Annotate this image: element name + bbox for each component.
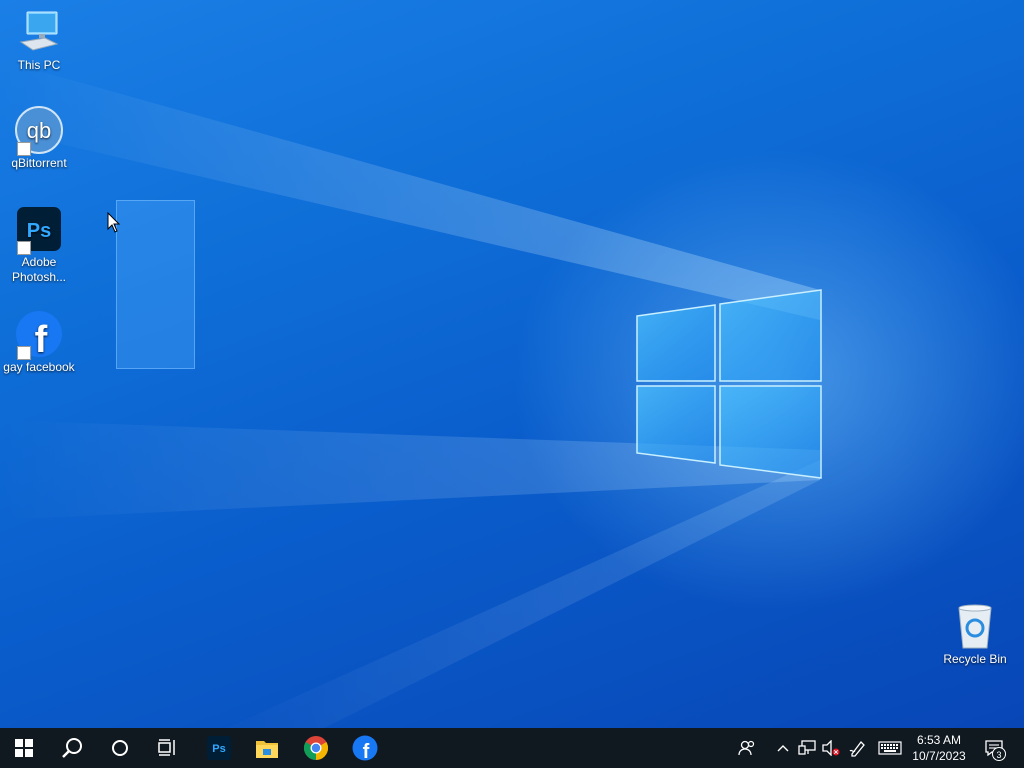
- desktop-icon-label: This PC: [17, 58, 61, 72]
- desktop-icon-recycle-bin[interactable]: Recycle Bin: [937, 602, 1013, 667]
- people-icon: [738, 740, 755, 756]
- facebook-glyph: f: [363, 741, 370, 761]
- cortana-circle-icon: [112, 740, 128, 756]
- taskbar-app-photoshop[interactable]: Ps: [195, 728, 243, 768]
- qbittorrent-glyph: qb: [27, 118, 51, 143]
- desktop-icon-label: Adobe Photosh...: [11, 255, 67, 284]
- facebook-icon: f: [352, 735, 378, 761]
- start-button[interactable]: [0, 728, 48, 768]
- chrome-icon: [304, 736, 328, 760]
- taskbar-app-chrome[interactable]: [292, 728, 340, 768]
- shortcut-arrow-icon: [17, 142, 31, 156]
- shortcut-arrow-icon: [17, 241, 31, 255]
- chevron-up-icon: [777, 745, 789, 752]
- volume-button[interactable]: [820, 728, 842, 768]
- network-icon: [798, 740, 816, 755]
- desktop-icon-qbittorrent[interactable]: qb qBittorrent: [1, 106, 77, 171]
- photoshop-icon: Ps: [207, 736, 231, 760]
- show-hidden-icons-button[interactable]: [773, 728, 793, 768]
- notification-count-badge: 3: [992, 747, 1006, 761]
- photoshop-glyph: Ps: [27, 220, 51, 242]
- qbittorrent-icon: qb: [15, 106, 63, 156]
- pen-workspace-icon: [849, 741, 865, 757]
- touch-keyboard-button[interactable]: [876, 728, 904, 768]
- clock-button[interactable]: 6:53 AM 10/7/2023: [905, 728, 973, 768]
- photoshop-glyph: Ps: [212, 743, 225, 755]
- facebook-icon: f: [15, 310, 63, 361]
- desktop-icon-facebook[interactable]: f gay facebook: [1, 310, 77, 375]
- network-button[interactable]: [796, 728, 818, 768]
- search-button[interactable]: [48, 728, 96, 768]
- taskbar: Ps f 6:53 AM 10/7/2023: [0, 728, 1024, 768]
- desktop-icon-this-pc[interactable]: This PC: [1, 8, 77, 73]
- facebook-glyph: f: [35, 319, 48, 358]
- recycle-bin-icon: [951, 602, 999, 650]
- shortcut-arrow-icon: [17, 346, 31, 360]
- taskbar-app-file-explorer[interactable]: [243, 728, 291, 768]
- task-view-button[interactable]: [144, 728, 192, 768]
- desktop-icon-label: Recycle Bin: [943, 652, 1007, 666]
- people-button[interactable]: [734, 728, 760, 768]
- clock-date: 10/7/2023: [912, 749, 966, 763]
- cortana-button[interactable]: [96, 728, 144, 768]
- desktop-icon-label: qBittorrent: [11, 156, 67, 170]
- task-view-icon: [158, 739, 175, 756]
- computer-icon: [15, 8, 63, 56]
- drag-selection-rectangle: [116, 200, 195, 369]
- taskbar-app-facebook[interactable]: f: [341, 728, 389, 768]
- windows-logo-icon: [15, 739, 33, 757]
- volume-muted-icon: [822, 740, 840, 756]
- pen-workspace-button[interactable]: [847, 728, 869, 768]
- photoshop-icon: Ps: [15, 205, 63, 255]
- clock-time: 6:53 AM: [916, 733, 962, 747]
- desktop-background[interactable]: This PC qb qBittorrent Ps Adobe Photosh.…: [0, 0, 1024, 728]
- search-icon: [62, 738, 82, 758]
- desktop-icon-label: gay facebook: [3, 360, 75, 374]
- file-explorer-icon: [256, 741, 278, 758]
- touch-keyboard-icon: [878, 741, 902, 755]
- desktop-icon-photoshop[interactable]: Ps Adobe Photosh...: [1, 205, 77, 285]
- mouse-cursor-icon: [107, 212, 121, 233]
